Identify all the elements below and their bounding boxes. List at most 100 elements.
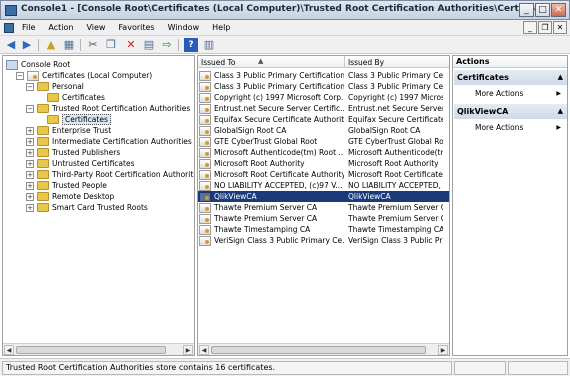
certificate-row[interactable]: QlikViewCA QlikViewCA xyxy=(198,191,449,202)
status-text: Trusted Root Certification Authorities s… xyxy=(2,361,452,375)
tree-node-label: Certificates xyxy=(62,114,111,125)
certificate-row[interactable]: Entrust.net Secure Server Certific... Ent… xyxy=(198,103,449,114)
delete-icon[interactable]: ✕ xyxy=(124,38,138,52)
more-actions-qlikviewca[interactable]: More Actions ▶ xyxy=(454,122,567,134)
certificate-row[interactable]: Class 3 Public Primary Certification... C… xyxy=(198,81,449,92)
certificate-row[interactable]: Microsoft Root Authority Microsoft Root A… xyxy=(198,158,449,169)
list-scroll-thumb[interactable] xyxy=(211,346,426,354)
expand-icon[interactable]: + xyxy=(26,148,34,157)
tree-node[interactable]: − Personal xyxy=(26,81,84,92)
tree-node[interactable]: − Trusted Root Certification Authorities xyxy=(26,103,190,114)
folder-icon xyxy=(37,148,49,157)
tree-node[interactable]: + Enterprise Trust xyxy=(26,125,111,136)
expand-icon[interactable]: + xyxy=(26,203,34,212)
document-restore-button[interactable]: ❐ xyxy=(538,21,552,34)
document-system-icon[interactable] xyxy=(4,23,14,33)
menu-view[interactable]: View xyxy=(86,23,105,32)
export-list-icon[interactable]: ⇨ xyxy=(160,38,174,52)
column-header-issued-by[interactable]: Issued By xyxy=(348,58,384,67)
tree-node[interactable]: Certificates xyxy=(36,114,111,125)
menu-help[interactable]: Help xyxy=(212,23,230,32)
menu-window[interactable]: Window xyxy=(168,23,200,32)
tree-scroll-thumb[interactable] xyxy=(16,346,166,354)
close-button[interactable]: ✕ xyxy=(551,3,566,17)
tree-horizontal-scrollbar[interactable]: ◀ ▶ xyxy=(3,343,194,355)
issued-by-cell: Microsoft Authenticode(tm) xyxy=(348,148,443,157)
menu-action[interactable]: Action xyxy=(48,23,73,32)
certificate-row[interactable]: Equifax Secure Certificate Authority Equi… xyxy=(198,114,449,125)
column-header-issued-to[interactable]: Issued To xyxy=(201,58,235,67)
console-tree-pane: Console Root − Certificates (Local Compute… xyxy=(2,55,195,356)
up-folder-icon[interactable]: ▲ xyxy=(44,38,58,52)
expand-icon[interactable]: + xyxy=(26,170,34,179)
tree-node-label: Remote Desktop xyxy=(52,192,115,201)
minimize-button[interactable]: _ xyxy=(519,3,534,17)
expand-icon[interactable]: + xyxy=(26,192,34,201)
folder-icon xyxy=(37,181,49,190)
menu-favorites[interactable]: Favorites xyxy=(118,23,154,32)
issued-to-cell: Equifax Secure Certificate Authority xyxy=(214,115,344,124)
issued-by-cell: NO LIABILITY ACCEPTED, (c xyxy=(348,181,443,190)
cut-icon[interactable]: ✂ xyxy=(86,38,100,52)
collapse-icon[interactable]: − xyxy=(26,82,34,91)
certificate-row[interactable]: Thawte Premium Server CA Thawte Premium S… xyxy=(198,213,449,224)
title-bar[interactable]: Console1 - [Console Root\Certificates (L… xyxy=(0,0,570,20)
actions-section-certificates[interactable]: Certificates ▲ xyxy=(454,70,567,85)
show-hide-tree-icon[interactable]: ▦ xyxy=(62,38,76,52)
expand-icon[interactable]: + xyxy=(26,126,34,135)
properties-icon[interactable]: ▤ xyxy=(142,38,156,52)
tree-node-label: Third-Party Root Certification Authoriti… xyxy=(52,170,195,179)
certificate-row[interactable]: GlobalSign Root CA GlobalSign Root CA xyxy=(198,125,449,136)
menu-file[interactable]: File xyxy=(22,23,35,32)
copy-icon[interactable]: ❐ xyxy=(104,38,118,52)
certificate-row[interactable]: Thawte Timestamping CA Thawte Timestampin… xyxy=(198,224,449,235)
list-horizontal-scrollbar[interactable]: ◀ ▶ xyxy=(198,343,449,355)
maximize-button[interactable]: □ xyxy=(535,3,550,17)
certificate-row[interactable]: NO LIABILITY ACCEPTED, (c)97 V... NO LIAB… xyxy=(198,180,449,191)
folder-icon xyxy=(37,170,49,179)
certificate-icon xyxy=(199,81,211,92)
tree-node[interactable]: + Untrusted Certificates xyxy=(26,158,135,169)
expand-icon[interactable]: + xyxy=(26,159,34,168)
collapse-up-icon[interactable]: ▲ xyxy=(558,70,563,85)
certificate-icon xyxy=(199,202,211,213)
more-actions-certificates[interactable]: More Actions ▶ xyxy=(454,88,567,100)
issued-by-cell: Class 3 Public Primary Certif xyxy=(348,82,443,91)
expand-icon[interactable]: + xyxy=(26,137,34,146)
forward-arrow-icon[interactable]: ▶ xyxy=(20,38,34,52)
expand-icon[interactable]: + xyxy=(26,181,34,190)
certificate-row[interactable]: Thawte Premium Server CA Thawte Premium S… xyxy=(198,202,449,213)
certificate-row[interactable]: Microsoft Root Certificate Authority Micr… xyxy=(198,169,449,180)
help-icon[interactable]: ? xyxy=(184,38,198,52)
certificate-row[interactable]: Microsoft Authenticode(tm) Root ... Micro… xyxy=(198,147,449,158)
certificate-row[interactable]: VeriSign Class 3 Public Primary Ce... Ver… xyxy=(198,235,449,246)
scroll-right-arrow-icon[interactable]: ▶ xyxy=(438,345,448,355)
tree-node[interactable]: Console Root xyxy=(6,59,70,70)
document-minimize-button[interactable]: _ xyxy=(523,21,537,34)
scroll-left-arrow-icon[interactable]: ◀ xyxy=(4,345,14,355)
tree-node[interactable]: + Intermediate Certification Authorities xyxy=(26,136,192,147)
collapse-up-icon[interactable]: ▲ xyxy=(558,104,563,119)
certificate-row[interactable]: GTE CyberTrust Global Root GTE CyberTrust… xyxy=(198,136,449,147)
tree-node[interactable]: + Third-Party Root Certification Authorit… xyxy=(26,169,195,180)
tree-node[interactable]: + Smart Card Trusted Roots xyxy=(26,202,148,213)
actions-title: Actions xyxy=(453,56,567,68)
tree-node[interactable]: + Trusted People xyxy=(26,180,107,191)
tree-node[interactable]: + Remote Desktop xyxy=(26,191,114,202)
mmc-app-icon[interactable] xyxy=(5,5,17,16)
tree-node-label: Certificates (Local Computer) xyxy=(42,71,153,80)
collapse-icon[interactable]: − xyxy=(26,104,34,113)
document-close-button[interactable]: ✕ xyxy=(553,21,567,34)
issued-to-cell: VeriSign Class 3 Public Primary Ce... xyxy=(214,236,344,245)
tree-node[interactable]: − Certificates (Local Computer) xyxy=(16,70,152,81)
collapse-icon[interactable]: − xyxy=(16,71,24,80)
scroll-right-arrow-icon[interactable]: ▶ xyxy=(183,345,193,355)
actions-section-qlikviewca[interactable]: QlikViewCA ▲ xyxy=(454,104,567,119)
action-pane-icon[interactable]: ▥ xyxy=(202,38,216,52)
certificate-row[interactable]: Copyright (c) 1997 Microsoft Corp. Copyri… xyxy=(198,92,449,103)
scroll-left-arrow-icon[interactable]: ◀ xyxy=(199,345,209,355)
certificate-row[interactable]: Class 3 Public Primary Certification... C… xyxy=(198,70,449,81)
back-arrow-icon[interactable]: ◀ xyxy=(4,38,18,52)
tree-node[interactable]: Certificates xyxy=(36,92,105,103)
tree-node[interactable]: + Trusted Publishers xyxy=(26,147,120,158)
